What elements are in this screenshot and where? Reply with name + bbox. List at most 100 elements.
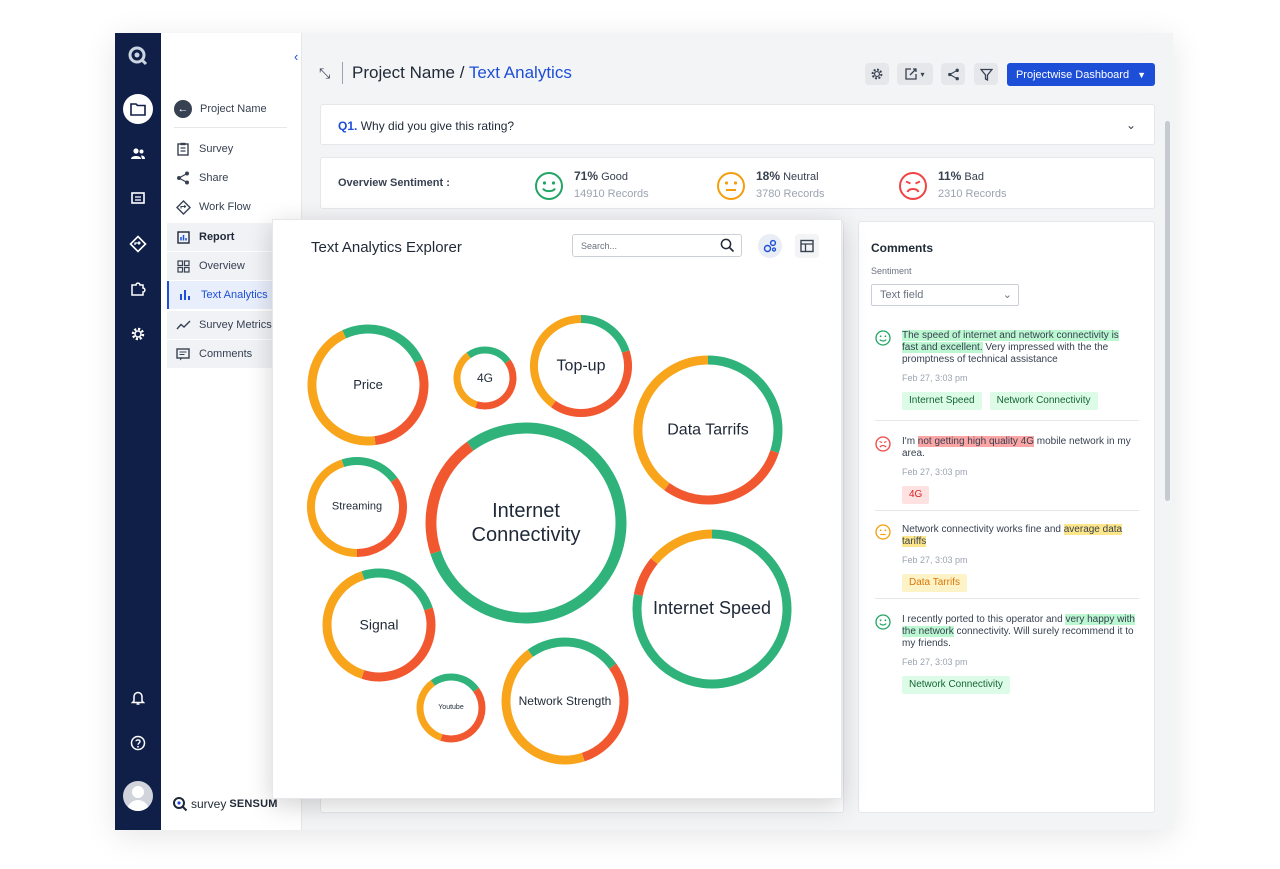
sidebar-item-share[interactable]: Share (167, 164, 302, 192)
divider (174, 127, 287, 128)
rail-integrations[interactable] (115, 274, 161, 304)
workflow-icon (129, 235, 147, 253)
topic-label: Signal (359, 616, 399, 633)
rail-notifications[interactable] (115, 683, 161, 713)
rail-help[interactable] (115, 728, 161, 758)
chevron-down-icon[interactable]: ⌄ (1126, 118, 1136, 132)
avatar[interactable] (123, 781, 153, 811)
topic-label: Price (353, 377, 383, 393)
neutral-percent: 18% (756, 169, 781, 183)
topic-tag[interactable]: Network Connectivity (989, 392, 1098, 410)
bad-label: Bad (964, 171, 984, 183)
topic-label: Internet Speed (652, 598, 772, 619)
share-button[interactable] (941, 63, 965, 85)
help-icon (130, 735, 146, 751)
sidebar-item-label: Share (199, 172, 229, 184)
report-icon (175, 229, 191, 245)
neutral-face-icon (717, 171, 745, 200)
neutral-label: Neutral (783, 171, 819, 183)
comment-text: I'm not getting high quality 4G mobile n… (902, 436, 1136, 460)
trend-icon (175, 317, 191, 333)
puzzle-icon (131, 282, 146, 296)
comment-text: I recently ported to this operator and v… (902, 614, 1136, 650)
angry-face-icon (899, 171, 927, 200)
rail-users[interactable] (115, 139, 161, 169)
chevron-down-icon: ▼ (1137, 69, 1147, 80)
folder-icon (130, 103, 146, 116)
topic-label: Streaming (331, 500, 383, 513)
comment-time: Feb 27, 3:03 pm (902, 657, 968, 667)
divider (875, 598, 1139, 599)
sentiment-bad: 11% Bad 2310 Records (898, 168, 1007, 203)
sentiment-filter-value: Text field (880, 289, 924, 301)
divider (875, 510, 1139, 511)
angry-face-icon (875, 436, 891, 452)
question-number: Q1. (338, 119, 358, 133)
sentiment-filter-select[interactable]: Text field ⌄ (871, 284, 1019, 306)
comment-icon (175, 346, 191, 362)
topic-tag[interactable]: Data Tarrifs (902, 574, 967, 592)
comment-highlight: not getting high quality 4G (917, 436, 1034, 447)
scrollbar[interactable] (1165, 121, 1170, 501)
export-button[interactable]: ▾ (897, 63, 933, 85)
brand-mark-icon (173, 797, 188, 812)
brand-name-bold: SENSUM (229, 798, 278, 810)
export-icon (905, 68, 918, 80)
divider (875, 420, 1139, 421)
topic-tag[interactable]: Internet Speed (902, 392, 982, 410)
users-icon (131, 148, 145, 159)
sidebar-item-label: Work Flow (199, 201, 251, 213)
topic-label: Top-up (556, 357, 606, 375)
comment-text: The speed of internet and network connec… (902, 330, 1136, 366)
sidebar-item-workflow[interactable]: Work Flow (167, 193, 302, 221)
bad-percent: 11% (938, 169, 962, 183)
happy-face-icon (875, 614, 891, 630)
workflow-icon (175, 199, 191, 215)
topic-tag[interactable]: 4G (902, 486, 930, 504)
comments-title: Comments (871, 241, 934, 255)
good-label: Good (601, 171, 629, 183)
topic-label: Data Tarrifs (667, 421, 749, 439)
good-records: 14910 Records (574, 188, 649, 200)
rail-workflow[interactable] (115, 229, 161, 259)
projectwise-dashboard-button[interactable]: Projectwise Dashboard ▼ (1007, 63, 1155, 86)
clipboard-icon (175, 141, 191, 157)
comment-time: Feb 27, 3:03 pm (902, 373, 968, 383)
chevron-down-icon: ⌄ (1002, 289, 1012, 301)
filter-icon (979, 68, 993, 81)
gear-icon (131, 327, 145, 341)
logo-icon (115, 41, 161, 71)
comment-pre: Network connectivity works fine and (902, 524, 1064, 535)
rail-messages[interactable] (115, 184, 161, 214)
rail-settings[interactable] (115, 319, 161, 349)
sentiment-good: 71% Good 14910 Records (534, 168, 649, 203)
breadcrumb-project[interactable]: Project Name / (352, 63, 469, 82)
gear-icon (871, 68, 883, 80)
sidebar-item-label: Report (199, 231, 235, 243)
topic-tag[interactable]: Network Connectivity (902, 676, 1010, 694)
share-icon (175, 170, 191, 186)
chevron-down-icon: ▾ (920, 69, 925, 79)
share-icon (947, 68, 959, 80)
question-selector[interactable]: Q1. Why did you give this rating? ⌄ (320, 104, 1155, 145)
sentiment-filter-label: Sentiment (871, 266, 912, 276)
collapse-sidebar-icon[interactable]: ‹ (294, 49, 298, 64)
back-to-project[interactable]: ← Project Name (174, 100, 267, 118)
sentiment-neutral: 18% Neutral 3780 Records (716, 168, 825, 203)
filter-button[interactable] (974, 63, 998, 85)
text-analytics-explorer: Text Analytics Explorer Search... Price 4… (272, 219, 842, 799)
comments-panel: Comments Sentiment Text field ⌄ The spee… (858, 221, 1155, 813)
comment-pre: I'm (902, 436, 918, 447)
settings-button[interactable] (865, 63, 889, 85)
comment-pre: I recently ported to this operator and (902, 614, 1066, 625)
overview-label: Overview Sentiment : (338, 177, 450, 189)
expand-icon[interactable]: ⤡ (319, 65, 330, 82)
topic-label: 4G (476, 370, 494, 385)
sidebar-item-survey[interactable]: Survey (167, 135, 302, 163)
neutral-records: 3780 Records (756, 188, 825, 200)
sidebar-item-label: Survey (199, 143, 234, 155)
question-label: Why did you give this rating? (360, 119, 515, 133)
rail-projects[interactable] (115, 94, 161, 124)
sidebar-item-label: Overview (199, 260, 245, 272)
topic-label: Internet Connectivity (471, 500, 581, 546)
